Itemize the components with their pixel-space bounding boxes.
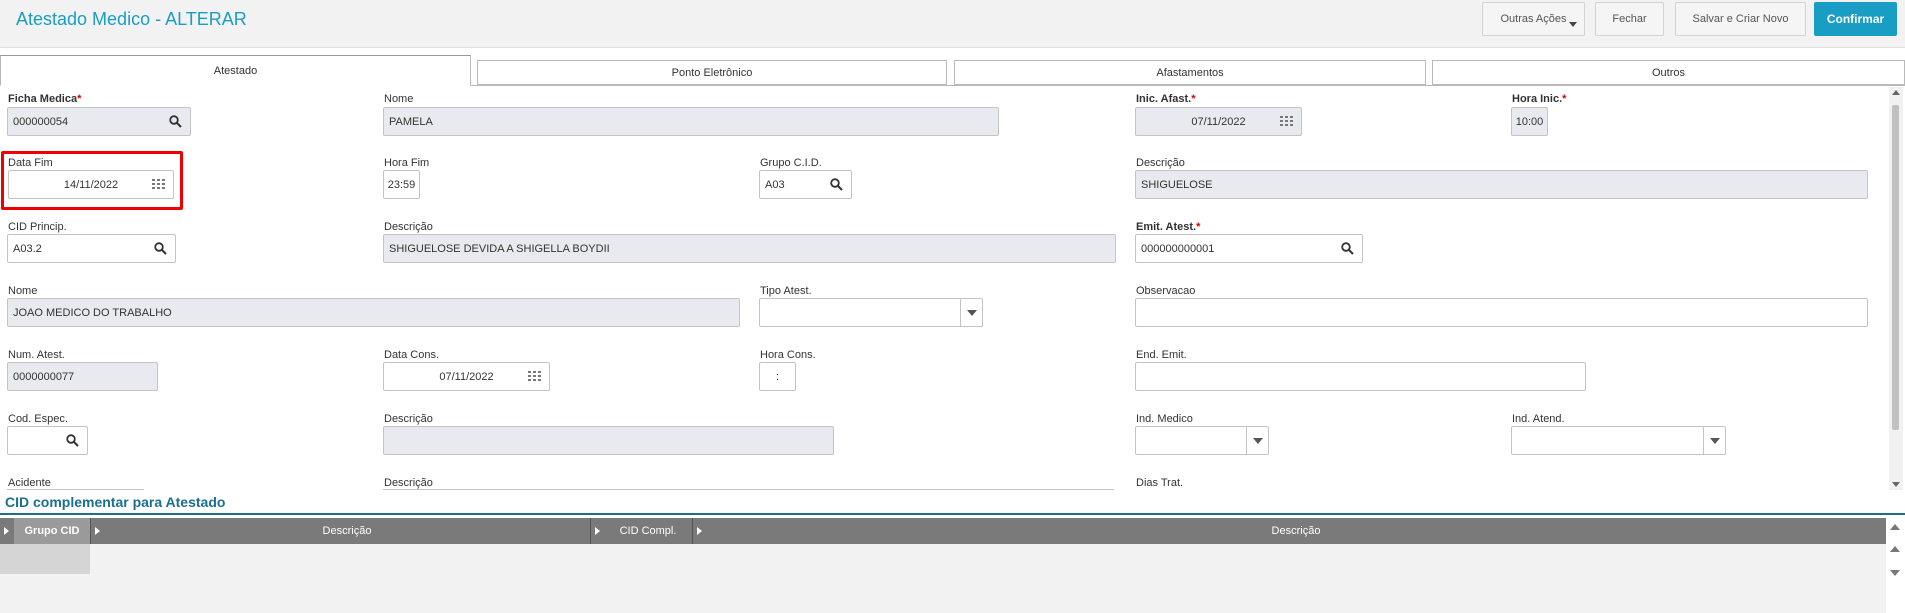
grupo-cid-label: Grupo C.I.D. — [760, 157, 822, 169]
end-emit-label: End. Emit. — [1136, 349, 1187, 361]
descricao-label: Descrição — [1136, 157, 1185, 169]
num-atest-label: Num. Atest. — [8, 349, 65, 361]
tipo-atest-select[interactable] — [759, 298, 983, 327]
cid-princ-value: A03.2 — [13, 242, 42, 255]
scroll-top-icon[interactable] — [1890, 524, 1900, 530]
tab-atestado[interactable]: Atestado — [0, 55, 471, 86]
cod-espec-label: Cod. Espec. — [8, 413, 68, 425]
search-icon[interactable] — [1341, 242, 1354, 255]
page-title: Atestado Medico - ALTERAR — [16, 9, 247, 29]
hora-fim-field[interactable]: 23:59 — [383, 170, 420, 199]
grid-col-descricao-compl[interactable]: Descrição — [706, 518, 1886, 544]
chevron-down-icon — [1569, 22, 1577, 27]
inic-afast-label: Inic. Afast.* — [1136, 93, 1196, 105]
cid-princ-field[interactable]: A03.2 — [7, 234, 176, 263]
chevron-down-icon[interactable] — [1246, 427, 1268, 454]
ind-medico-select[interactable] — [1135, 426, 1269, 455]
num-atest-field: 0000000077 — [7, 362, 158, 391]
grid-header: Grupo CID Descrição CID Compl. Descrição — [0, 518, 1886, 544]
app-window: Atestado Medico - ALTERAR Outras Ações F… — [0, 0, 1905, 613]
dias-trat-label: Dias Trat. — [1136, 477, 1184, 489]
search-icon[interactable] — [154, 242, 167, 255]
grid-body[interactable] — [0, 544, 1886, 613]
col-resize-icon[interactable] — [590, 518, 604, 544]
nome-label: Nome — [384, 93, 414, 105]
row-marker-icon — [0, 518, 14, 544]
search-icon[interactable] — [169, 115, 182, 128]
grupo-cid-value: A03 — [765, 178, 785, 191]
search-icon[interactable] — [830, 178, 843, 191]
cod-espec-field[interactable] — [7, 426, 88, 455]
grupo-cid-field[interactable]: A03 — [759, 170, 852, 199]
nome-medico-label: Nome — [8, 285, 38, 297]
grid-selected-cell[interactable] — [0, 544, 90, 574]
hora-inic-label: Hora Inic.* — [1512, 93, 1567, 105]
col-resize-icon[interactable] — [90, 518, 104, 544]
ind-medico-label: Ind. Medico — [1136, 413, 1193, 425]
ind-atend-label: Ind. Atend. — [1512, 413, 1565, 425]
hora-cons-field[interactable]: : — [759, 362, 796, 391]
tab-ponto-eletronico[interactable]: Ponto Eletrônico — [477, 60, 947, 85]
calendar-icon[interactable] — [1280, 115, 1293, 128]
hora-inic-field: 10:00 — [1511, 107, 1548, 136]
emit-atest-value: 000000000001 — [1141, 242, 1215, 255]
hora-fim-label: Hora Fim — [384, 157, 430, 169]
confirmar-button[interactable]: Confirmar — [1814, 2, 1897, 36]
header-bar: Atestado Medico - ALTERAR Outras Ações F… — [0, 0, 1905, 48]
calendar-icon[interactable] — [528, 370, 541, 383]
section-title: CID complementar para Atestado — [5, 494, 226, 510]
descricao-espec-field — [383, 426, 834, 455]
acidente-label: Acidente — [8, 477, 51, 489]
scroll-down-icon[interactable] — [1890, 570, 1900, 576]
ficha-medica-label: Ficha Medica* — [8, 93, 82, 105]
section-divider — [0, 513, 1905, 515]
tab-outros[interactable]: Outros — [1432, 60, 1905, 85]
nome-field: PAMELA — [383, 107, 999, 136]
scroll-down-icon[interactable] — [1892, 482, 1900, 487]
data-cons-field[interactable]: 07/11/2022 — [383, 362, 550, 391]
cid-princ-label: CID Princip. — [8, 221, 67, 233]
end-emit-field[interactable] — [1135, 362, 1586, 391]
observacao-label: Observacao — [1136, 285, 1196, 297]
outras-acoes-button[interactable]: Outras Ações — [1482, 2, 1585, 36]
ficha-medica-value: 000000054 — [13, 115, 69, 128]
form-scrollbar[interactable] — [1889, 87, 1903, 490]
col-resize-icon[interactable] — [692, 518, 706, 544]
descricao-cid-field: SHIGUELOSE DEVIDA A SHIGELLA BOYDII — [383, 234, 1116, 263]
descricao-field: SHIGUELOSE — [1135, 170, 1868, 199]
descricao-label: Descrição — [384, 413, 433, 425]
ficha-medica-field[interactable]: 000000054 — [7, 107, 191, 136]
scroll-up-icon[interactable] — [1892, 90, 1900, 95]
descricao-label: Descrição — [384, 221, 433, 233]
tab-afastamentos[interactable]: Afastamentos — [954, 60, 1426, 85]
highlight-box — [1, 151, 183, 210]
inic-afast-field[interactable]: 07/11/2022 — [1135, 107, 1302, 136]
emit-atest-field[interactable]: 000000000001 — [1135, 234, 1363, 263]
ind-atend-select[interactable] — [1511, 426, 1726, 455]
search-icon[interactable] — [66, 434, 79, 447]
nome-medico-field: JOAO MEDICO DO TRABALHO — [7, 298, 740, 327]
salvar-criar-novo-button[interactable]: Salvar e Criar Novo — [1675, 2, 1806, 36]
grid-scrollbar[interactable] — [1887, 518, 1905, 613]
descricao-field-edge — [383, 489, 1114, 490]
emit-atest-label: Emit. Atest.* — [1136, 221, 1201, 233]
data-cons-value: 07/11/2022 — [439, 370, 494, 383]
scroll-up-icon[interactable] — [1890, 546, 1900, 552]
outras-acoes-label: Outras Ações — [1500, 13, 1567, 25]
grid-col-grupo-cid[interactable]: Grupo CID — [14, 518, 90, 544]
chevron-down-icon[interactable] — [1703, 427, 1725, 454]
chevron-down-icon[interactable] — [960, 299, 982, 326]
descricao-label: Descrição — [384, 477, 433, 489]
grid-col-cid-compl[interactable]: CID Compl. — [604, 518, 692, 544]
data-cons-label: Data Cons. — [384, 349, 440, 361]
hora-cons-label: Hora Cons. — [760, 349, 816, 361]
acidente-field-edge — [7, 489, 144, 490]
tipo-atest-label: Tipo Atest. — [760, 285, 812, 297]
inic-afast-value: 07/11/2022 — [1191, 115, 1246, 128]
observacao-field[interactable] — [1135, 298, 1868, 327]
scroll-thumb[interactable] — [1892, 105, 1899, 430]
grid-col-descricao[interactable]: Descrição — [104, 518, 590, 544]
fechar-button[interactable]: Fechar — [1595, 2, 1664, 36]
